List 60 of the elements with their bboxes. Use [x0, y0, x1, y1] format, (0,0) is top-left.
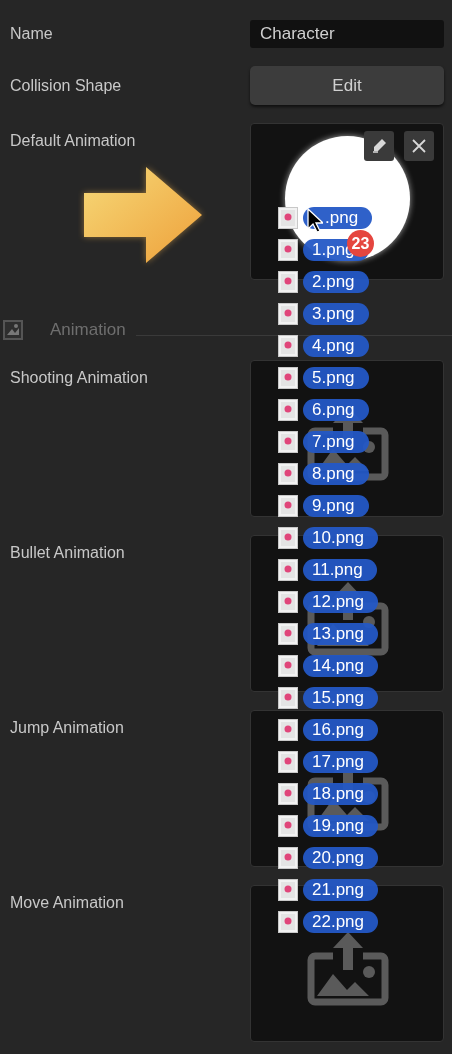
file-name: 8.png — [303, 463, 369, 485]
edit-icon[interactable] — [364, 131, 394, 161]
file-thumbnail-icon — [278, 879, 298, 901]
upload-image-icon — [305, 930, 391, 1008]
field-label: Move Animation — [9, 893, 125, 913]
file-thumbnail-icon — [278, 591, 298, 613]
file-thumbnail-icon — [278, 783, 298, 805]
file-name: 3.png — [303, 303, 369, 325]
file-name: 20.png — [303, 847, 378, 869]
file-thumbnail-icon — [278, 399, 298, 421]
file-thumbnail-icon — [278, 367, 298, 389]
file-name: 6.png — [303, 399, 369, 421]
file-name: 14.png — [303, 655, 378, 677]
file-name: 11.png — [303, 559, 377, 581]
name-field[interactable]: Character — [250, 20, 444, 48]
file-thumbnail-icon — [278, 271, 298, 293]
file-thumbnail-icon — [278, 655, 298, 677]
edit-button[interactable]: Edit — [250, 66, 444, 105]
field-label: Default Animation — [9, 131, 137, 151]
file-name: 19.png — [303, 815, 378, 837]
file-thumbnail-icon — [278, 911, 298, 933]
image-drop-area[interactable] — [250, 885, 444, 1042]
section-title: Animation — [50, 319, 126, 342]
file-name: 2.png — [303, 271, 369, 293]
close-icon[interactable] — [404, 131, 434, 161]
file-name: 22.png — [303, 911, 378, 933]
file-thumbnail-icon — [278, 847, 298, 869]
file-thumbnail-icon — [278, 335, 298, 357]
image-icon — [3, 320, 23, 340]
file-thumbnail-icon — [278, 719, 298, 741]
file-name: 5.png — [303, 367, 369, 389]
file-thumbnail-icon — [278, 559, 298, 581]
file-thumbnail-icon — [278, 207, 298, 229]
field-label: Name — [9, 24, 54, 44]
field-label: Shooting Animation — [9, 368, 149, 388]
file-thumbnail-icon — [278, 431, 298, 453]
file-name: 16.png — [303, 719, 378, 741]
field-label: Bullet Animation — [9, 543, 126, 563]
file-thumbnail-icon — [278, 527, 298, 549]
file-name: 12.png — [303, 591, 378, 613]
file-thumbnail-icon — [278, 303, 298, 325]
file-thumbnail-icon — [278, 815, 298, 837]
field-label: Collision Shape — [9, 75, 123, 96]
file-name: 10.png — [303, 527, 378, 549]
file-name: 15.png — [303, 687, 378, 709]
field-label: Jump Animation — [9, 718, 125, 738]
file-thumbnail-icon — [278, 687, 298, 709]
file-name: 21.png — [303, 879, 378, 901]
file-thumbnail-icon — [278, 623, 298, 645]
file-thumbnail-icon — [278, 751, 298, 773]
cursor-icon — [307, 208, 323, 233]
file-name: 18.png — [303, 783, 378, 805]
file-name: 13.png — [303, 623, 378, 645]
file-name: 17.png — [303, 751, 378, 773]
file-name: 9.png — [303, 495, 369, 517]
file-thumbnail-icon — [278, 239, 298, 261]
file-thumbnail-icon — [278, 463, 298, 485]
file-name: 7.png — [303, 431, 369, 453]
file-name: 4.png — [303, 335, 369, 357]
file-thumbnail-icon — [278, 495, 298, 517]
